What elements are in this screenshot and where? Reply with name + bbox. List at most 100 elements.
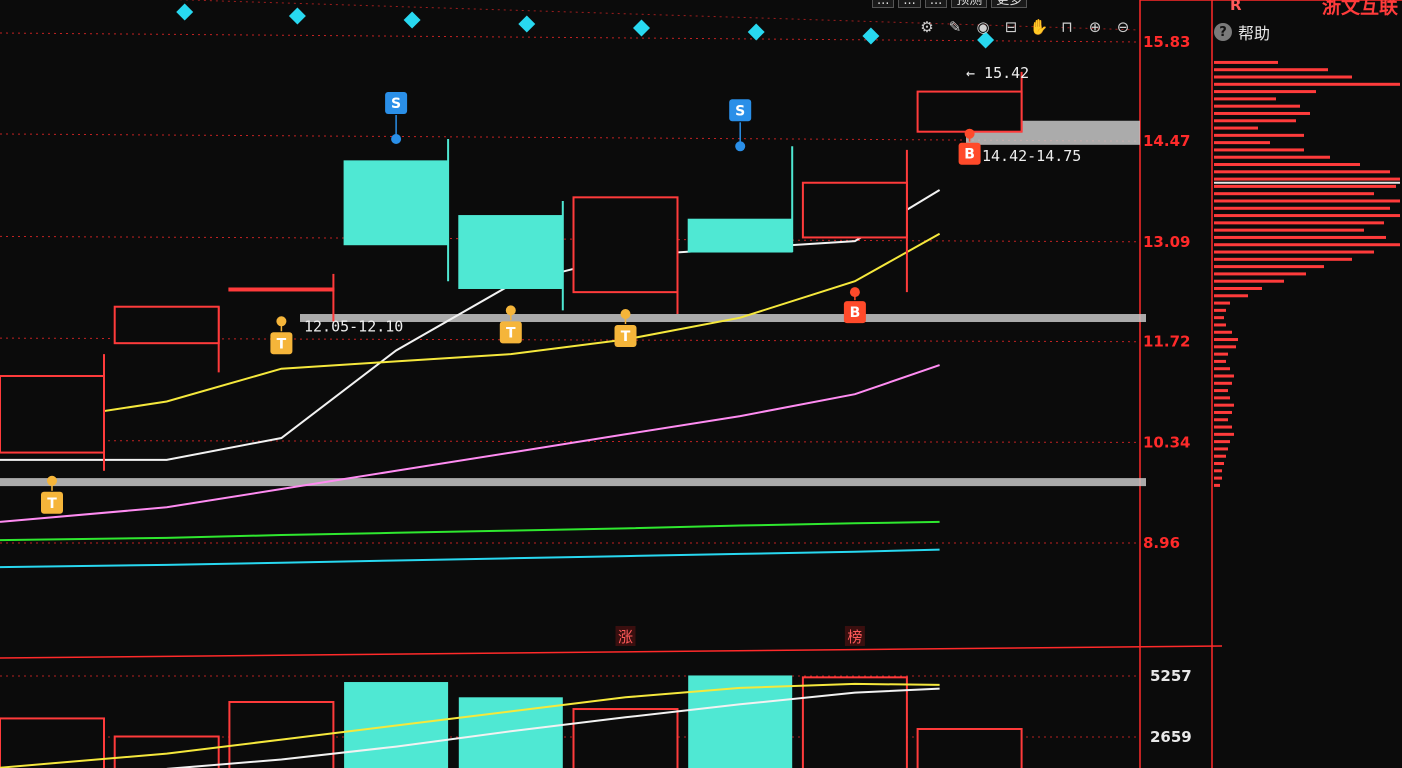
candle-body-up [572, 196, 679, 294]
volume-profile-bar [1214, 454, 1226, 458]
volume-profile-bar [1214, 126, 1258, 130]
volume-profile-bar [1214, 257, 1352, 261]
volume-profile-bar [1214, 206, 1390, 210]
menu-item-3[interactable]: ... [924, 0, 948, 8]
signal-label: T [277, 336, 287, 352]
volume-profile-bar [1214, 410, 1232, 414]
event-tag: 涨 [618, 628, 633, 646]
candle-body-up [228, 287, 335, 292]
volume-profile-bar [1214, 82, 1400, 86]
menu-item-1[interactable]: ... [872, 0, 895, 8]
volume-profile-bar [1214, 214, 1400, 218]
volume-profile-bar [1214, 170, 1390, 174]
volume-profile-bar [1214, 155, 1330, 159]
menu-item-more[interactable]: 更多 [991, 0, 1028, 8]
volume-profile-bar [1214, 97, 1276, 101]
volume-profile-bar [1214, 476, 1222, 480]
signal-label: T [47, 496, 57, 512]
r-label: R [1230, 0, 1242, 14]
top-diamond-marker [747, 23, 765, 41]
volume-profile-bar [1214, 440, 1230, 444]
top-diamond-marker [403, 11, 421, 29]
kline-chart[interactable]: 15.83 14.47 13.09 11.72 10.34 8.96 5257 2659 14.… [0, 0, 1402, 768]
price-tick-label: 13.09 [1143, 233, 1190, 251]
price-tick-label: 8.96 [1143, 534, 1180, 552]
volume-profile-bar [1214, 141, 1270, 145]
candle-body-up [113, 305, 220, 345]
hand-icon[interactable]: ✋ [1028, 16, 1050, 38]
volume-profile-bar [1214, 265, 1324, 269]
volume-profile-bar [1214, 111, 1310, 115]
ma-line-ma120 [0, 548, 940, 569]
zoom-in-icon[interactable]: ⊕ [1084, 16, 1106, 38]
volume-profile-bar [1214, 243, 1400, 247]
volume-profile-bar [1214, 352, 1228, 356]
volume-profile-bar [1214, 425, 1232, 429]
volume-profile-bar [1214, 235, 1386, 239]
zoom-out-icon[interactable]: ⊖ [1112, 16, 1134, 38]
volume-profile-bar [1214, 469, 1222, 473]
signal-label: S [391, 96, 401, 112]
volume-profile-bar [1214, 483, 1220, 487]
high-price-marker: ← 15.42 [966, 64, 1029, 82]
volume-profile-bar [1214, 228, 1364, 232]
candle-body-down [687, 218, 793, 253]
help-label: 帮助 [1238, 24, 1271, 43]
menu-item-predict[interactable]: 预测 [951, 0, 988, 8]
candle-body-down [343, 160, 449, 246]
signal-label: S [735, 103, 745, 119]
volume-profile-bar [1214, 119, 1296, 123]
ma-line-ma60 [0, 520, 940, 542]
volume-tick-label: 2659 [1150, 728, 1192, 746]
volume-profile-bar [1214, 374, 1234, 378]
volume-profile-bar [1214, 272, 1306, 276]
zone-label: 12.05-12.10 [304, 318, 403, 336]
volume-profile-bar [1214, 75, 1352, 79]
event-tag: 榜 [847, 628, 862, 646]
signal-label: T [506, 325, 516, 341]
volume-profile-bar [1214, 447, 1228, 451]
zone-label: 14.42-14.75 [982, 147, 1081, 165]
volume-profile-bar [1214, 286, 1262, 290]
volume-profile-bar [1214, 90, 1316, 94]
pen-icon[interactable]: ✎ [944, 16, 966, 38]
volume-profile-bar [1214, 60, 1278, 64]
volume-profile-bar [1214, 177, 1400, 181]
price-gridline [0, 235, 1141, 243]
help-button[interactable]: ? 帮助 [1214, 20, 1270, 44]
top-diamond-marker [288, 7, 306, 25]
volume-profile-bar [1214, 199, 1400, 203]
price-tick-label: 11.72 [1143, 333, 1190, 351]
volume-tick-label: 5257 [1150, 667, 1192, 685]
volume-divider-line [0, 645, 1223, 659]
price-tick-label: 14.47 [1143, 132, 1190, 150]
volume-profile-bar [1214, 330, 1232, 334]
volume-profile-bar [1214, 163, 1360, 167]
question-icon: ? [1214, 23, 1232, 41]
chart-toolbar: ⚙ ✎ ◉ ⊟ ✋ ⊓ ⊕ ⊖ [916, 14, 1134, 40]
volume-profile-bar [1214, 396, 1230, 400]
lock-icon[interactable]: ⊓ [1056, 16, 1078, 38]
ma-line-ma20 [0, 364, 940, 523]
eye-icon[interactable]: ◉ [972, 16, 994, 38]
volume-profile-bar [1214, 221, 1384, 225]
signal-label: T [621, 329, 631, 345]
volume-profile-bar [1214, 184, 1396, 188]
volume-profile-bar [1214, 316, 1224, 320]
volume-profile-bar [1214, 345, 1236, 349]
volume-profile-bar [1214, 250, 1374, 254]
top-diamond-marker [176, 3, 194, 21]
menu-item-2[interactable]: ... [898, 0, 921, 8]
price-zone [0, 478, 1146, 487]
volume-profile-bar [1214, 279, 1284, 283]
volume-profile-bar [1214, 104, 1300, 108]
volume-profile-bar [1214, 462, 1224, 466]
candle-body-up [916, 90, 1023, 133]
volume-profile-bar [1214, 338, 1238, 342]
price-tick-label: 10.34 [1143, 433, 1190, 451]
volume-profile-bar [1214, 432, 1234, 436]
volume-profile-bar [1214, 367, 1230, 371]
settings-icon[interactable]: ⚙ [916, 16, 938, 38]
volume-profile-bar [1214, 192, 1374, 196]
basket-icon[interactable]: ⊟ [1000, 16, 1022, 38]
